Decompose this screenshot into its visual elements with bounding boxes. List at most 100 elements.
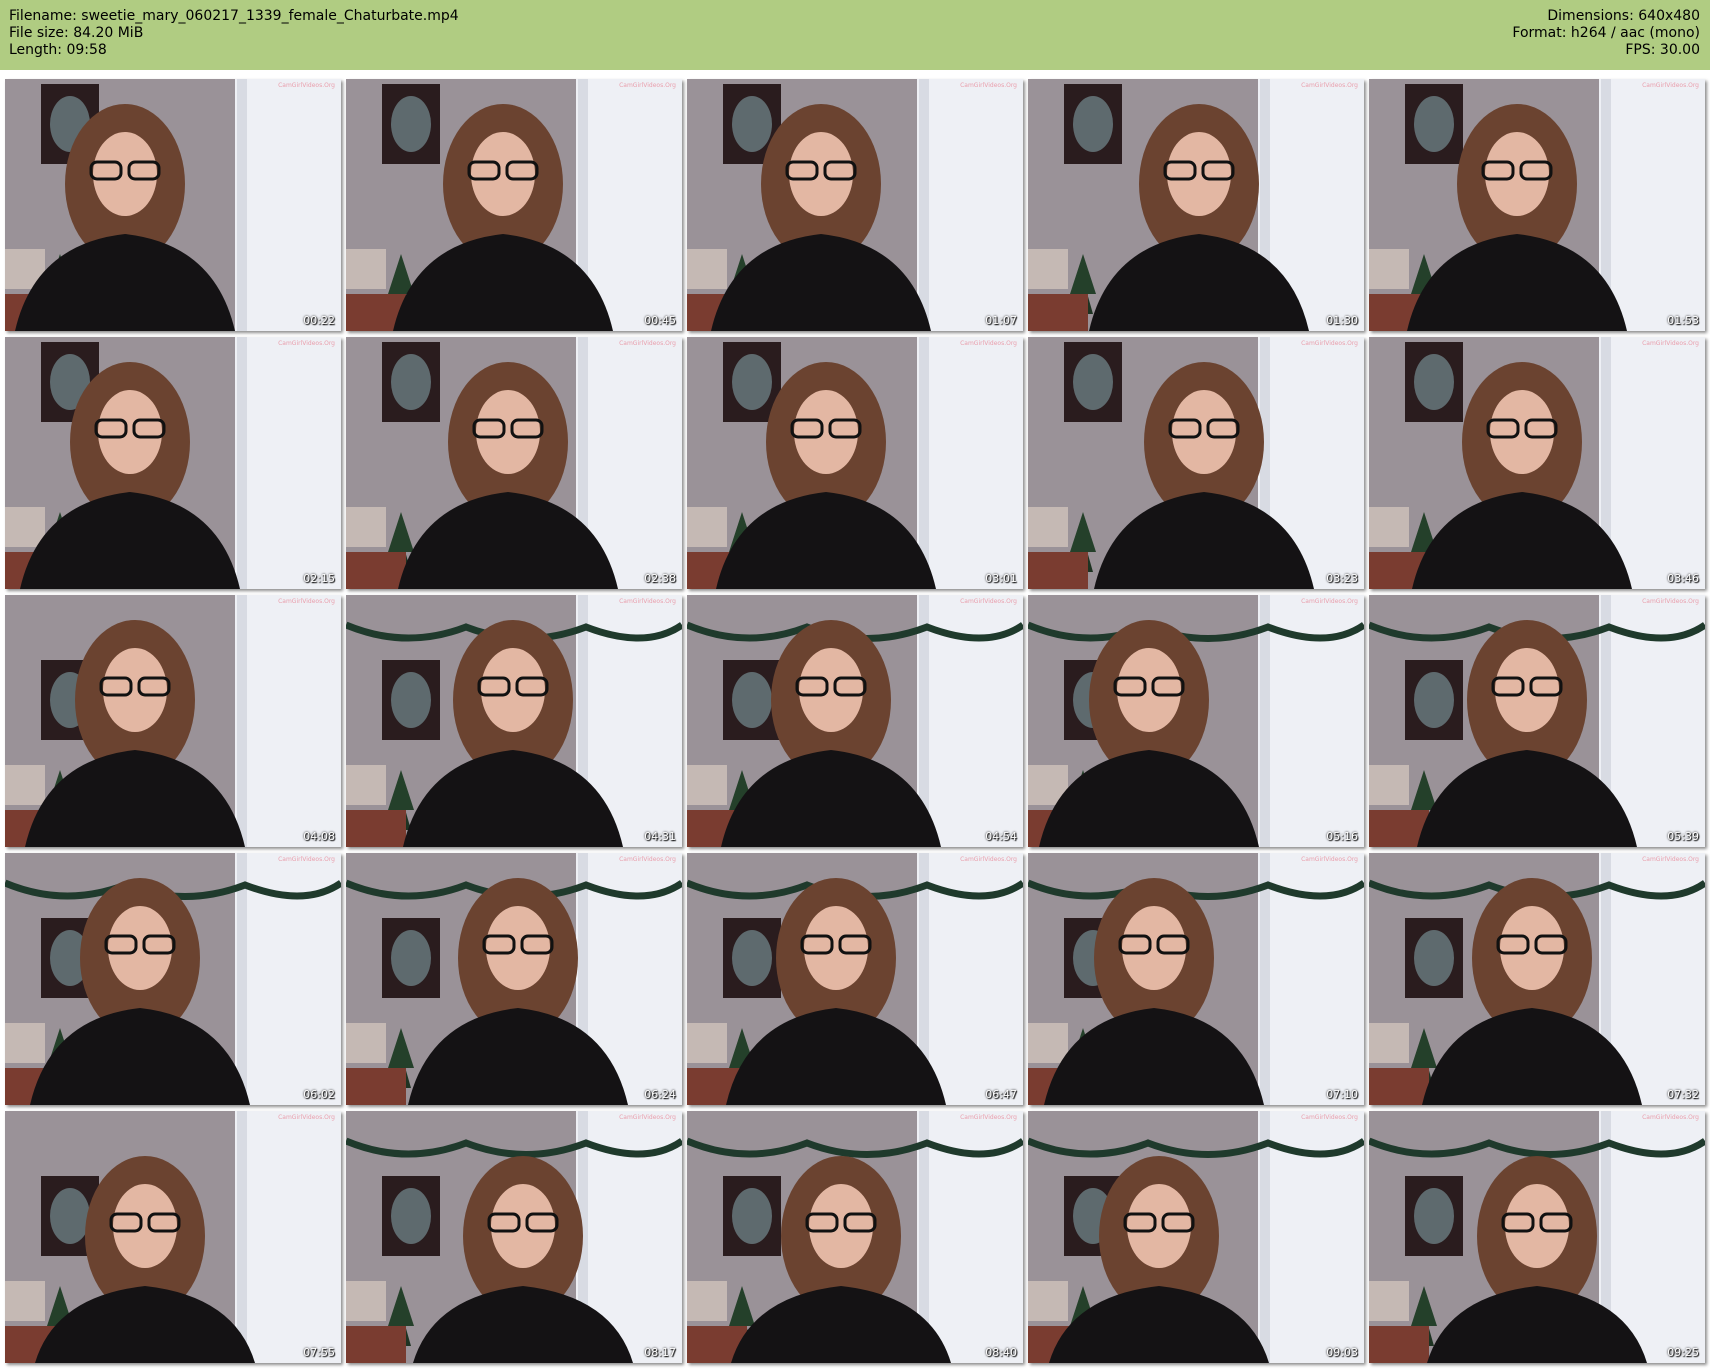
thumbnail-timestamp: 03:01 <box>985 572 1017 585</box>
video-thumbnail: CamGirlVideos.Org 09:25 <box>1369 1111 1705 1363</box>
thumbnail-timestamp: 02:15 <box>303 572 335 585</box>
thumbnail-timestamp: 04:08 <box>303 830 335 843</box>
video-thumbnail: CamGirlVideos.Org 07:10 <box>1028 853 1364 1105</box>
thumbnail-timestamp: 06:47 <box>985 1088 1017 1101</box>
watermark-logo: CamGirlVideos.Org <box>1642 856 1699 863</box>
watermark-logo: CamGirlVideos.Org <box>1301 340 1358 347</box>
thumbnail-timestamp: 01:30 <box>1326 314 1358 327</box>
watermark-logo: CamGirlVideos.Org <box>278 340 335 347</box>
frame-illustration <box>1028 337 1364 589</box>
frame-illustration <box>5 1111 341 1363</box>
video-thumbnail: CamGirlVideos.Org 03:46 <box>1369 337 1705 589</box>
frame-illustration <box>687 1111 1023 1363</box>
thumbnail-timestamp: 00:22 <box>303 314 335 327</box>
thumbnail-timestamp: 00:45 <box>644 314 676 327</box>
watermark-logo: CamGirlVideos.Org <box>960 82 1017 89</box>
video-thumbnail: CamGirlVideos.Org 05:39 <box>1369 595 1705 847</box>
frame-illustration <box>1369 595 1705 847</box>
frame-illustration <box>346 1111 682 1363</box>
frame-illustration <box>687 79 1023 331</box>
contact-sheet-header: Filename: sweetie_mary_060217_1339_femal… <box>0 0 1710 70</box>
watermark-logo: CamGirlVideos.Org <box>960 340 1017 347</box>
frame-illustration <box>5 595 341 847</box>
watermark-logo: CamGirlVideos.Org <box>1642 1114 1699 1121</box>
frame-illustration <box>346 337 682 589</box>
video-thumbnail: CamGirlVideos.Org 01:53 <box>1369 79 1705 331</box>
frame-illustration <box>1028 595 1364 847</box>
frame-illustration <box>1369 1111 1705 1363</box>
watermark-logo: CamGirlVideos.Org <box>960 598 1017 605</box>
video-thumbnail: CamGirlVideos.Org 07:55 <box>5 1111 341 1363</box>
video-thumbnail: CamGirlVideos.Org 03:01 <box>687 337 1023 589</box>
watermark-logo: CamGirlVideos.Org <box>619 856 676 863</box>
file-info-right: Dimensions: 640x480 Format: h264 / aac (… <box>1512 8 1700 59</box>
thumbnail-timestamp: 09:25 <box>1667 1346 1699 1359</box>
frame-illustration <box>5 337 341 589</box>
thumbnail-timestamp: 06:02 <box>303 1088 335 1101</box>
thumbnail-timestamp: 02:38 <box>644 572 676 585</box>
watermark-logo: CamGirlVideos.Org <box>1642 598 1699 605</box>
thumbnail-timestamp: 01:07 <box>985 314 1017 327</box>
video-thumbnail: CamGirlVideos.Org 05:16 <box>1028 595 1364 847</box>
watermark-logo: CamGirlVideos.Org <box>1642 340 1699 347</box>
video-thumbnail: CamGirlVideos.Org 09:03 <box>1028 1111 1364 1363</box>
thumbnail-timestamp: 07:32 <box>1667 1088 1699 1101</box>
video-thumbnail: CamGirlVideos.Org 01:30 <box>1028 79 1364 331</box>
dimensions-label: Dimensions: 640x480 <box>1547 8 1700 24</box>
thumbnail-timestamp: 05:16 <box>1326 830 1358 843</box>
video-thumbnail: CamGirlVideos.Org 08:17 <box>346 1111 682 1363</box>
frame-illustration <box>1369 337 1705 589</box>
frame-illustration <box>1369 853 1705 1105</box>
watermark-logo: CamGirlVideos.Org <box>1301 82 1358 89</box>
watermark-logo: CamGirlVideos.Org <box>619 340 676 347</box>
video-thumbnail: CamGirlVideos.Org 08:40 <box>687 1111 1023 1363</box>
frame-illustration <box>5 853 341 1105</box>
fps-label: FPS: 30.00 <box>1625 42 1700 58</box>
file-info-left: Filename: sweetie_mary_060217_1339_femal… <box>9 8 459 59</box>
watermark-logo: CamGirlVideos.Org <box>619 1114 676 1121</box>
watermark-logo: CamGirlVideos.Org <box>619 598 676 605</box>
frame-illustration <box>1028 79 1364 331</box>
frame-illustration <box>1369 79 1705 331</box>
thumbnail-timestamp: 01:53 <box>1667 314 1699 327</box>
watermark-logo: CamGirlVideos.Org <box>278 82 335 89</box>
watermark-logo: CamGirlVideos.Org <box>1301 1114 1358 1121</box>
video-thumbnail: CamGirlVideos.Org 04:08 <box>5 595 341 847</box>
frame-illustration <box>346 595 682 847</box>
frame-illustration <box>346 853 682 1105</box>
video-thumbnail: CamGirlVideos.Org 00:22 <box>5 79 341 331</box>
watermark-logo: CamGirlVideos.Org <box>278 1114 335 1121</box>
watermark-logo: CamGirlVideos.Org <box>1301 856 1358 863</box>
frame-illustration <box>1028 853 1364 1105</box>
thumbnail-timestamp: 08:17 <box>644 1346 676 1359</box>
thumbnail-timestamp: 03:23 <box>1326 572 1358 585</box>
thumbnail-timestamp: 05:39 <box>1667 830 1699 843</box>
video-thumbnail: CamGirlVideos.Org 07:32 <box>1369 853 1705 1105</box>
filename-label: Filename: sweetie_mary_060217_1339_femal… <box>9 8 459 24</box>
frame-illustration <box>1028 1111 1364 1363</box>
video-thumbnail: CamGirlVideos.Org 06:02 <box>5 853 341 1105</box>
frame-illustration <box>346 79 682 331</box>
watermark-logo: CamGirlVideos.Org <box>960 856 1017 863</box>
video-thumbnail: CamGirlVideos.Org 00:45 <box>346 79 682 331</box>
watermark-logo: CamGirlVideos.Org <box>1642 82 1699 89</box>
frame-illustration <box>5 79 341 331</box>
thumbnail-timestamp: 03:46 <box>1667 572 1699 585</box>
frame-illustration <box>687 337 1023 589</box>
video-thumbnail: CamGirlVideos.Org 01:07 <box>687 79 1023 331</box>
video-thumbnail: CamGirlVideos.Org 06:47 <box>687 853 1023 1105</box>
video-thumbnail: CamGirlVideos.Org 03:23 <box>1028 337 1364 589</box>
watermark-logo: CamGirlVideos.Org <box>960 1114 1017 1121</box>
frame-illustration <box>687 595 1023 847</box>
thumbnail-timestamp: 04:31 <box>644 830 676 843</box>
thumbnail-timestamp: 08:40 <box>985 1346 1017 1359</box>
watermark-logo: CamGirlVideos.Org <box>278 856 335 863</box>
watermark-logo: CamGirlVideos.Org <box>1301 598 1358 605</box>
video-thumbnail: CamGirlVideos.Org 06:24 <box>346 853 682 1105</box>
length-label: Length: 09:58 <box>9 42 107 58</box>
thumbnail-timestamp: 04:54 <box>985 830 1017 843</box>
format-label: Format: h264 / aac (mono) <box>1512 25 1700 41</box>
thumbnail-grid: CamGirlVideos.Org 00:22 CamGirlVideos.Or… <box>5 79 1707 1364</box>
filesize-label: File size: 84.20 MiB <box>9 25 144 41</box>
watermark-logo: CamGirlVideos.Org <box>278 598 335 605</box>
